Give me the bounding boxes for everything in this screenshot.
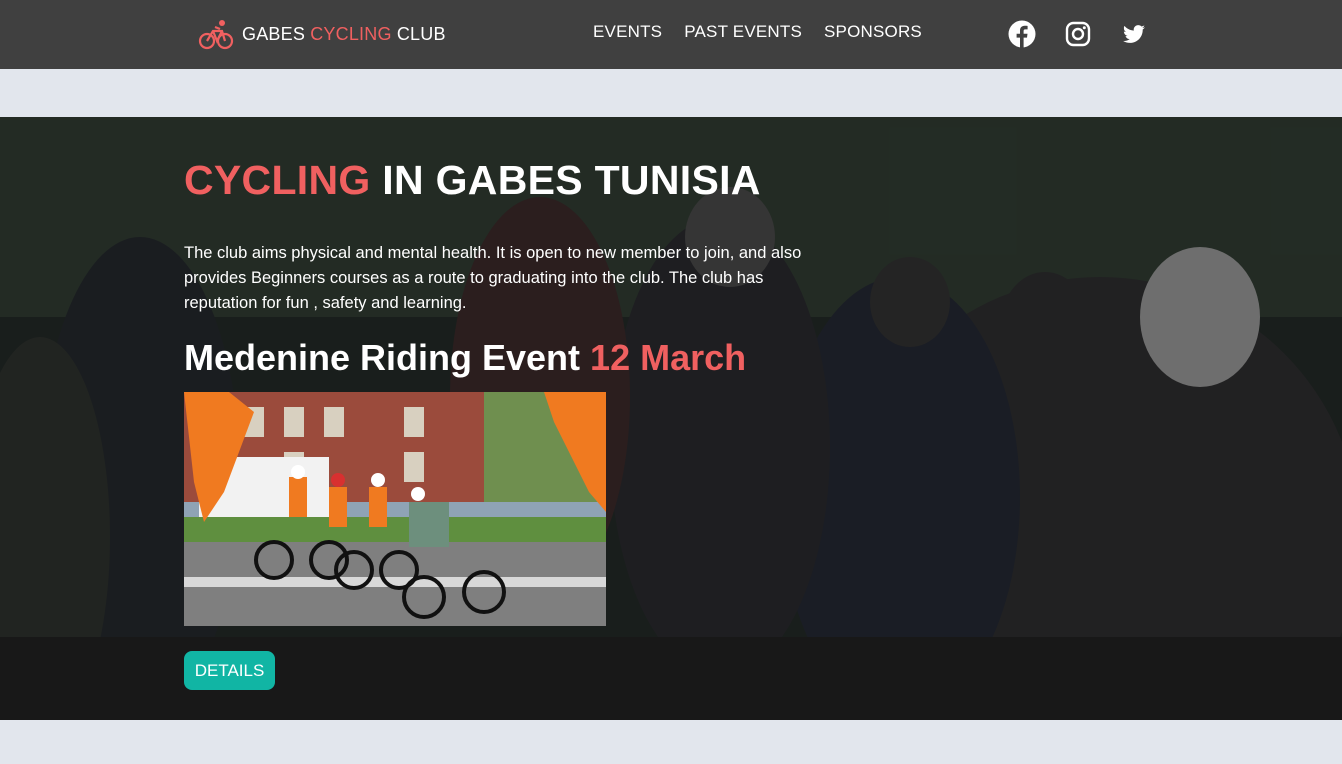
instagram-icon[interactable]: [1064, 20, 1092, 48]
club-description: The club aims physical and mental health…: [184, 244, 802, 312]
event-title: Medenine Riding Event 12 March: [184, 337, 747, 378]
hero-title: CYCLING IN GABES TUNISIA: [184, 157, 761, 203]
social-links: [1008, 20, 1148, 48]
nav-sponsors[interactable]: SPONSORS: [824, 22, 922, 42]
hero-section: CYCLING IN GABES TUNISIA The club aims p…: [0, 117, 1342, 720]
top-navbar: GABES CYCLING CLUB EVENTS PAST EVENTS SP…: [0, 0, 1342, 69]
brand[interactable]: GABES CYCLING CLUB: [198, 16, 446, 52]
twitter-icon[interactable]: [1120, 20, 1148, 48]
nav-events[interactable]: EVENTS: [593, 22, 662, 42]
details-button[interactable]: DETAILS: [184, 651, 275, 690]
main-nav: EVENTS PAST EVENTS SPONSORS: [593, 22, 922, 42]
facebook-icon[interactable]: [1008, 20, 1036, 48]
nav-past-events[interactable]: PAST EVENTS: [684, 22, 802, 42]
bicycle-rider-icon: [198, 20, 234, 50]
brand-name: GABES CYCLING CLUB: [242, 23, 446, 44]
event-photo: [184, 392, 606, 626]
